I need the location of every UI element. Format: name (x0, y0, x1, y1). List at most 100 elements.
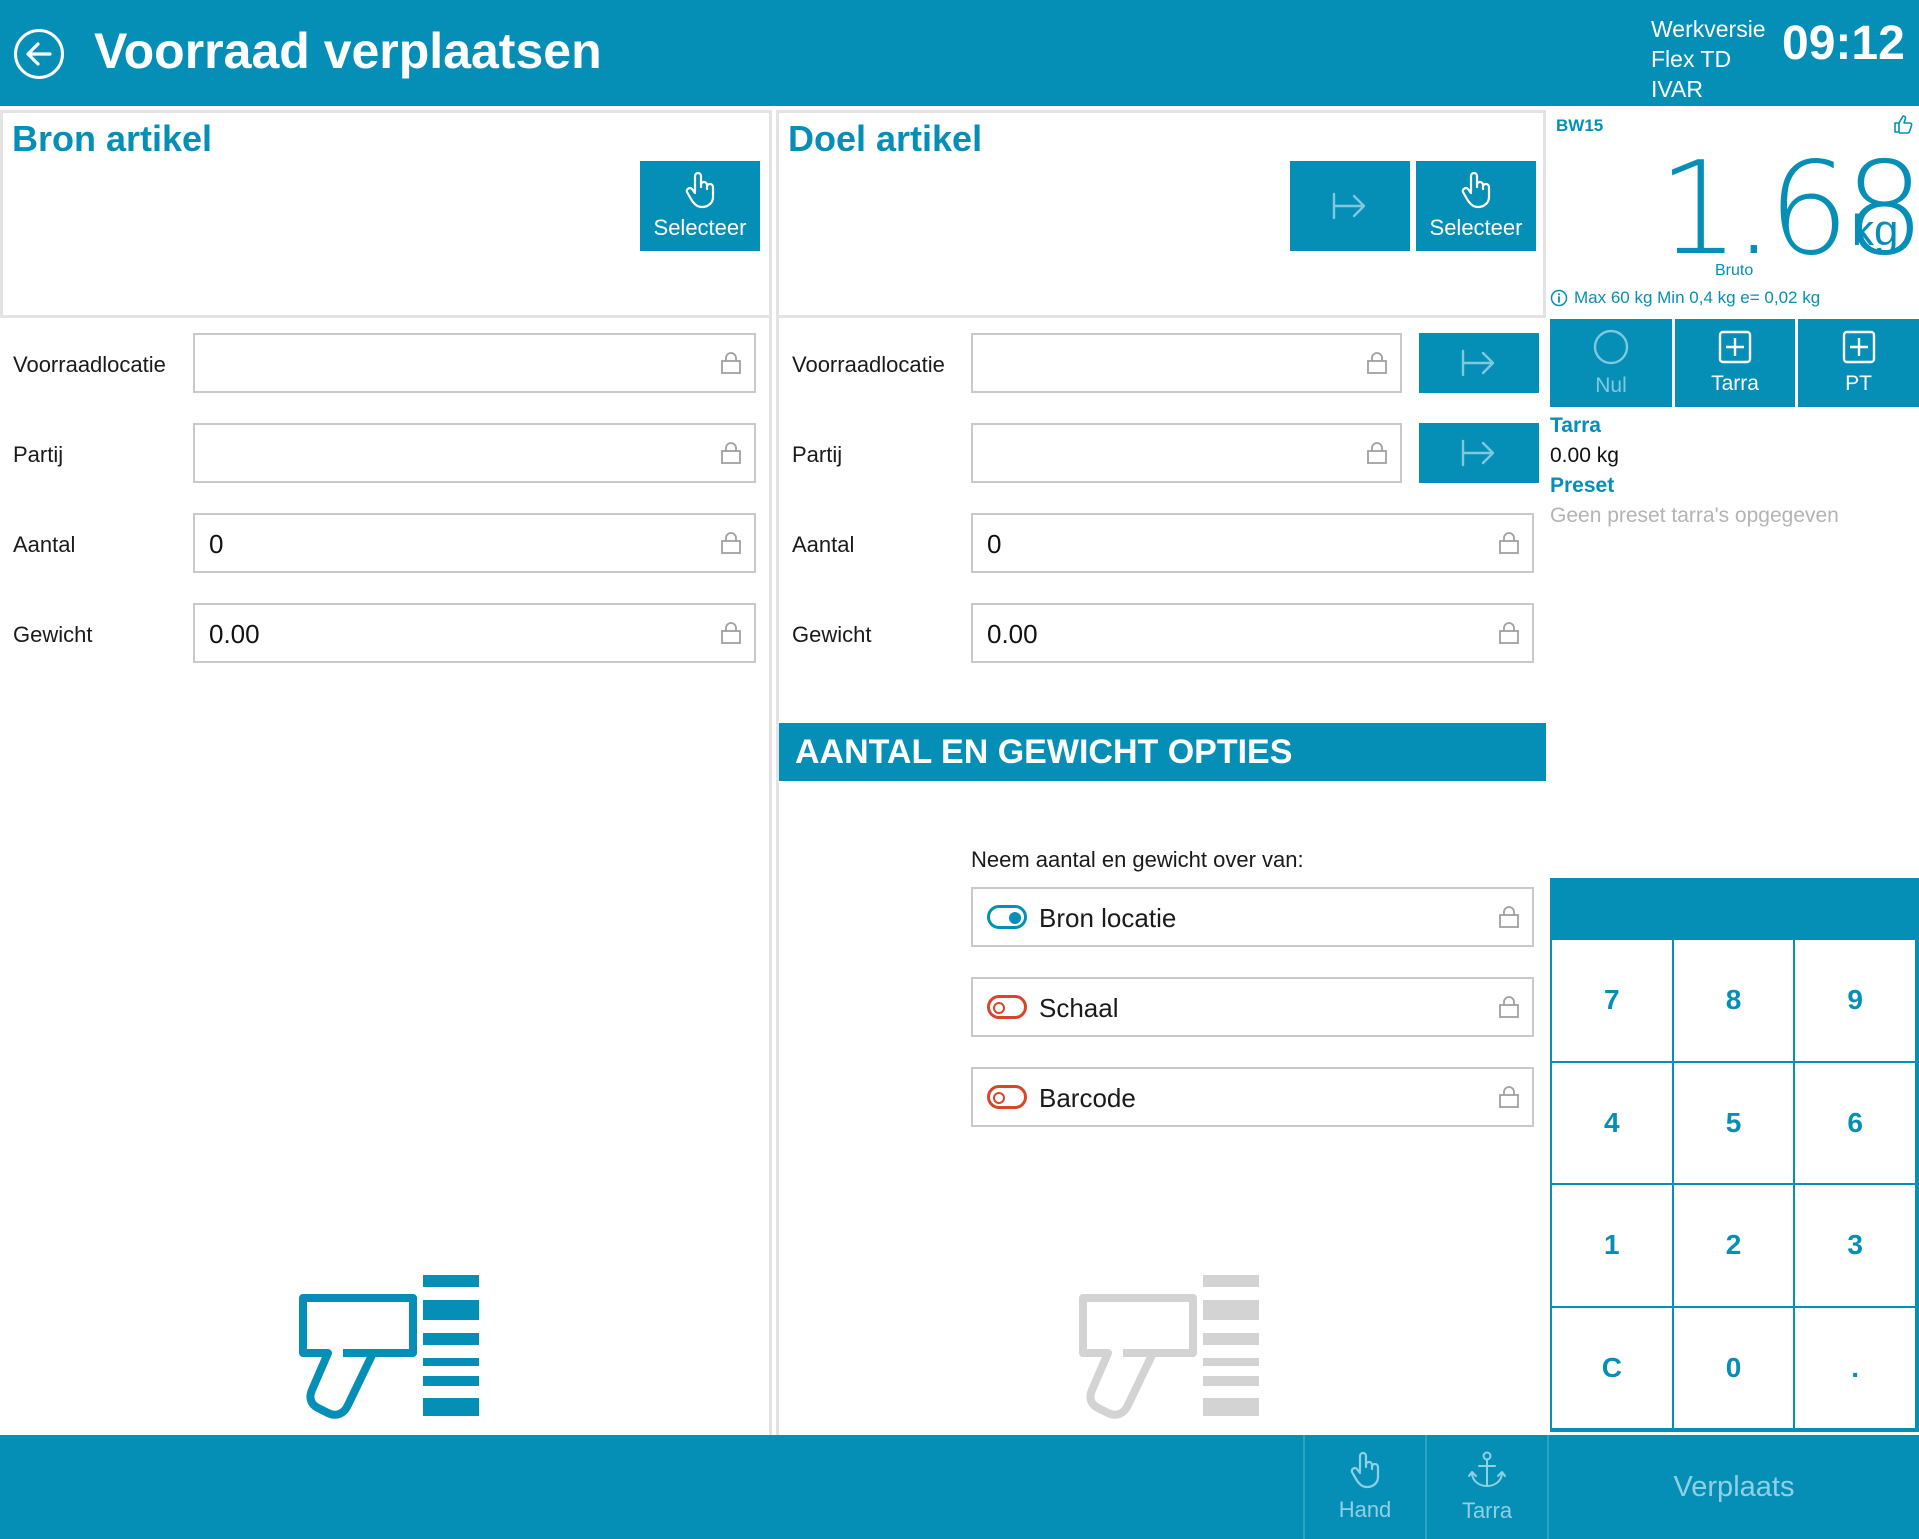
source-quantity-label: Aantal (13, 532, 76, 557)
scale-weight-unit: kg (1852, 206, 1899, 255)
user-label: IVAR (1651, 76, 1703, 102)
key-2[interactable]: 2 (1673, 1185, 1796, 1308)
preset-empty-message: Geen preset tarra's opgegeven (1550, 504, 1839, 527)
preset-tare-button[interactable]: PT (1798, 319, 1919, 407)
preset-title: Preset (1550, 474, 1615, 497)
numeric-keypad: 7 8 9 4 5 6 1 2 3 C 0 . (1550, 938, 1919, 1432)
target-location-label: Voorraadlocatie (792, 352, 945, 377)
target-weight-field[interactable]: 0.00 (971, 603, 1534, 663)
target-location-copy-button[interactable] (1419, 333, 1539, 393)
back-button[interactable] (14, 29, 64, 79)
footer-tare-button[interactable]: Tarra (1425, 1435, 1547, 1539)
toggle-off-icon[interactable] (987, 995, 1027, 1019)
tare-button-label: Tarra (1711, 372, 1759, 395)
zero-button-label: Nul (1595, 374, 1627, 397)
hand-pointer-icon (1461, 171, 1491, 209)
target-title: Doel artikel (788, 118, 983, 159)
key-5[interactable]: 5 (1673, 1062, 1796, 1185)
tare-value: 0.00 kg (1550, 444, 1619, 467)
lock-icon (1499, 1086, 1519, 1108)
anchor-icon (1468, 1451, 1506, 1487)
barcode-scanner-icon (1079, 1275, 1259, 1419)
key-6[interactable]: 6 (1795, 1062, 1917, 1185)
barcode-scanner-icon[interactable] (285, 1270, 485, 1430)
target-batch-label: Partij (792, 442, 843, 467)
source-weight-label: Gewicht (13, 622, 93, 647)
target-batch-field[interactable] (971, 423, 1402, 483)
target-weight-label: Gewicht (792, 622, 872, 647)
info-icon (1550, 289, 1568, 307)
source-select-button[interactable]: Selecteer (640, 161, 760, 251)
tare-button[interactable]: Tarra (1675, 319, 1795, 407)
target-batch-copy-button[interactable] (1419, 423, 1539, 483)
page-title: Voorraad verplaatsen (94, 23, 602, 79)
target-divider (776, 318, 779, 1435)
options-prompt: Neem aantal en gewicht over van: (971, 847, 1304, 872)
scale-spec-info: Max 60 kg Min 0,4 kg e= 0,02 kg (1550, 288, 1820, 308)
plus-square-icon (1842, 330, 1875, 364)
target-quantity-field[interactable]: 0 (971, 513, 1534, 573)
lock-icon (1499, 532, 1519, 554)
target-location-field[interactable] (971, 333, 1402, 393)
key-8[interactable]: 8 (1673, 940, 1796, 1063)
app-header: Voorraad verplaatsen Werkversie Flex TD … (0, 0, 1919, 106)
lock-icon (1499, 996, 1519, 1018)
key-4[interactable]: 4 (1552, 1062, 1674, 1185)
scale-mode-label: Bruto (1715, 262, 1754, 279)
source-quantity-field[interactable]: 0 (193, 513, 756, 573)
key-1[interactable]: 1 (1552, 1185, 1674, 1308)
target-select-label: Selecteer (1429, 215, 1523, 240)
source-location-label: Voorraadlocatie (13, 352, 166, 377)
arrow-to-right-icon (1332, 192, 1366, 220)
target-quantity-label: Aantal (792, 532, 855, 557)
arrow-to-right-icon (1461, 349, 1495, 377)
device-label: Flex TD (1651, 46, 1732, 72)
key-3[interactable]: 3 (1795, 1185, 1917, 1308)
toggle-off-icon[interactable] (987, 1085, 1027, 1109)
move-button-label: Verplaats (1673, 1470, 1795, 1503)
hand-pointer-icon (685, 171, 715, 209)
circle-icon (1593, 329, 1629, 365)
move-button[interactable]: Verplaats (1547, 1435, 1919, 1539)
options-section-banner: AANTAL EN GEWICHT OPTIES (779, 723, 1546, 781)
lock-icon (721, 442, 741, 464)
source-batch-field[interactable] (193, 423, 756, 483)
arrow-to-right-icon (1461, 439, 1495, 467)
toggle-on-icon[interactable] (987, 905, 1027, 929)
lock-icon (1367, 352, 1387, 374)
source-title: Bron artikel (12, 118, 213, 159)
key-9[interactable]: 9 (1795, 940, 1917, 1063)
target-select-button[interactable]: Selecteer (1416, 161, 1536, 251)
hand-pointer-icon (1350, 1451, 1380, 1489)
lock-icon (721, 352, 741, 374)
source-weight-field[interactable]: 0.00 (193, 603, 756, 663)
keypad-display (1550, 878, 1919, 938)
lock-icon (721, 622, 741, 644)
source-divider (769, 318, 772, 1435)
thumbs-up-icon (1894, 115, 1913, 134)
option-scale[interactable]: Schaal (971, 977, 1534, 1037)
preset-tare-button-label: PT (1845, 372, 1872, 395)
scale-name: BW15 (1556, 116, 1604, 135)
key-7[interactable]: 7 (1552, 940, 1674, 1063)
key-decimal[interactable]: . (1795, 1307, 1917, 1430)
source-location-field[interactable] (193, 333, 756, 393)
source-batch-label: Partij (13, 442, 64, 467)
hand-button[interactable]: Hand (1303, 1435, 1425, 1539)
lock-icon (1367, 442, 1387, 464)
key-0[interactable]: 0 (1673, 1307, 1796, 1430)
clock: 09:12 (1782, 17, 1905, 70)
lock-icon (1499, 906, 1519, 928)
zero-button[interactable]: Nul (1550, 319, 1672, 407)
target-copy-button[interactable] (1290, 161, 1410, 251)
source-select-label: Selecteer (653, 215, 747, 240)
header-info: Werkversie Flex TD IVAR (1651, 14, 1766, 104)
option-barcode[interactable]: Barcode (971, 1067, 1534, 1127)
option-source-location[interactable]: Bron locatie (971, 887, 1534, 947)
footer-tare-label: Tarra (1461, 1498, 1513, 1523)
key-clear[interactable]: C (1552, 1307, 1674, 1430)
arrow-left-icon (26, 42, 52, 66)
plus-square-icon (1718, 330, 1752, 364)
hand-button-label: Hand (1338, 1497, 1392, 1522)
lock-icon (721, 532, 741, 554)
